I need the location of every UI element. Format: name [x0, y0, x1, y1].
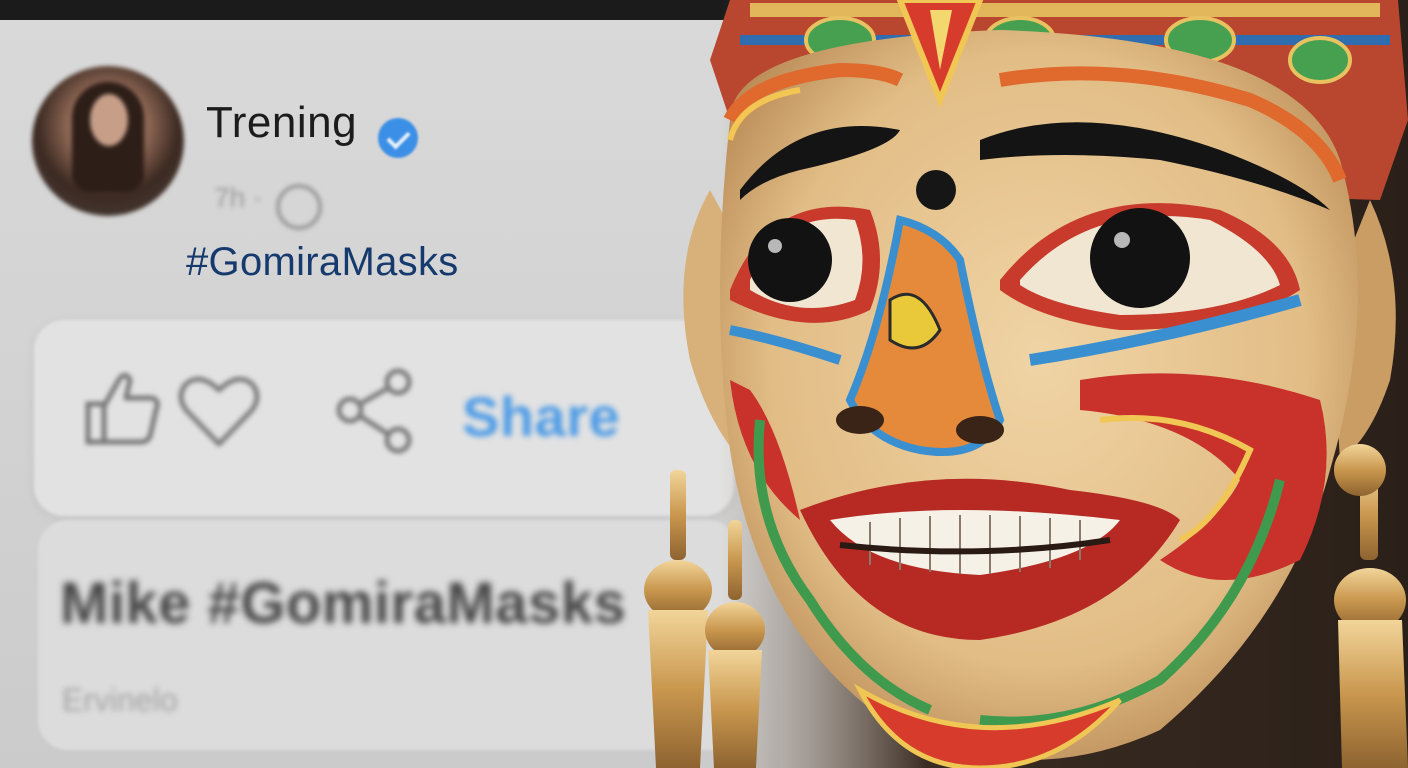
- comment-subtext: Ervinelo: [62, 682, 178, 718]
- post-timestamp: 7h ·: [214, 182, 263, 213]
- globe-icon: [276, 184, 322, 230]
- share-nodes-icon[interactable]: [332, 366, 418, 456]
- thumbs-up-icon[interactable]: [82, 366, 164, 448]
- author-name[interactable]: Trening: [206, 98, 357, 148]
- painted-wooden-mask-photo: [644, 0, 1408, 768]
- avatar[interactable]: [32, 66, 184, 216]
- heart-icon[interactable]: [176, 372, 262, 450]
- post-hashtag[interactable]: #GomiraMasks: [186, 240, 459, 285]
- comment-text: Mike #GomiraMasks: [60, 571, 627, 636]
- verified-check-icon: [378, 118, 418, 158]
- share-button[interactable]: Share: [462, 384, 620, 449]
- avatar-face: [90, 94, 128, 146]
